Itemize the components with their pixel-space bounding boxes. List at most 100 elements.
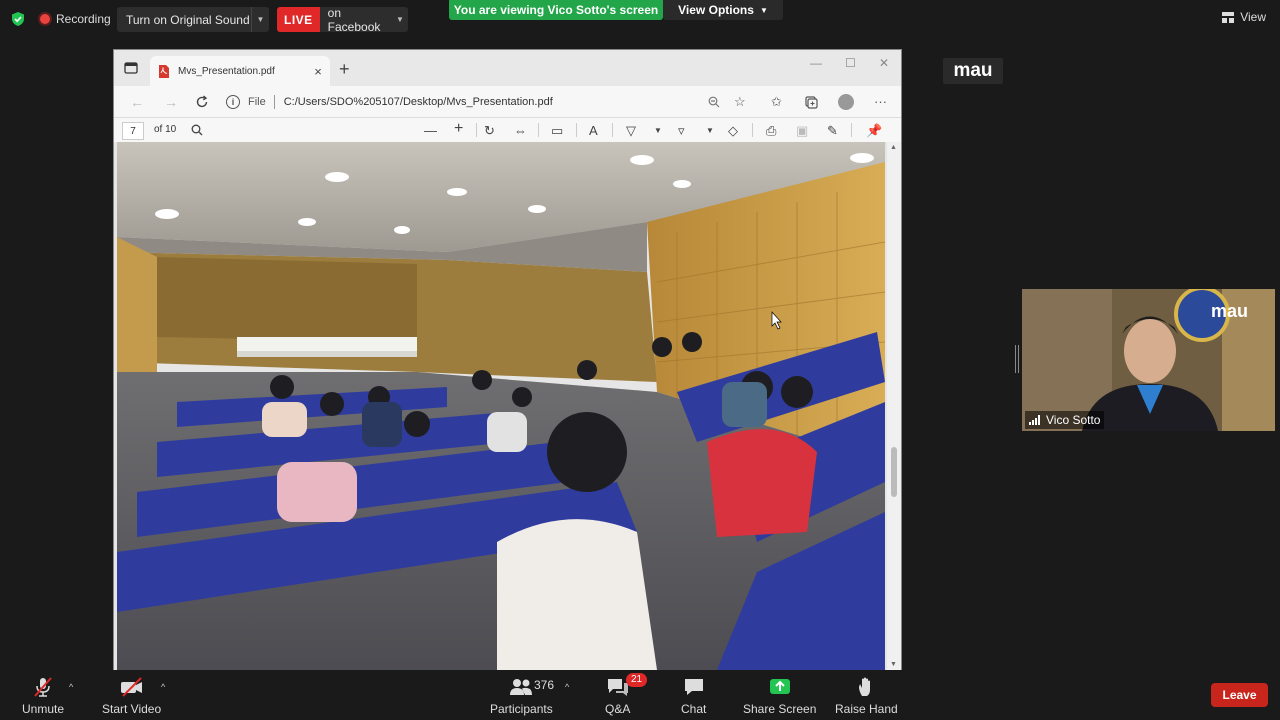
scroll-thumb[interactable]: [891, 447, 897, 497]
url-text: C:/Users/SDO%205107/Desktop/Mvs_Presenta…: [283, 96, 553, 108]
live-stream-button[interactable]: LIVE on Facebook ▼: [277, 5, 408, 34]
grid-view-icon: [1222, 11, 1235, 23]
recording-label: Recording: [56, 12, 111, 26]
auditorium-photo: [117, 142, 885, 670]
close-icon[interactable]: ×: [310, 64, 326, 79]
participants-count: 376: [534, 678, 555, 692]
share-screen-label: Share Screen: [743, 702, 817, 716]
zoom-out-icon[interactable]: [708, 96, 720, 108]
qa-label: Q&A: [605, 702, 631, 716]
recording-indicator[interactable]: Recording: [40, 6, 111, 32]
collections-icon[interactable]: [804, 95, 818, 109]
tab-title: Mvs_Presentation.pdf: [178, 65, 275, 77]
profile-avatar-icon[interactable]: [838, 94, 854, 110]
fit-page-icon[interactable]: ⇔: [514, 123, 527, 138]
toolbar-separator: [612, 123, 613, 137]
scroll-up-icon[interactable]: ▲: [890, 144, 897, 151]
save-as-icon[interactable]: ✎: [827, 123, 838, 139]
window-close-icon[interactable]: ✕: [879, 56, 889, 70]
chevron-up-icon[interactable]: ^: [161, 682, 165, 692]
zoom-in-button[interactable]: +: [454, 120, 463, 138]
shield-check-icon[interactable]: [10, 11, 26, 27]
forward-arrow-icon[interactable]: →: [164, 94, 178, 110]
url-scheme-label: File: [248, 96, 266, 108]
viewing-screen-banner: You are viewing Vico Sotto's screen: [449, 0, 663, 20]
original-sound-button[interactable]: Turn on Original Sound ▼: [117, 7, 269, 32]
zoom-out-button[interactable]: —: [424, 123, 437, 138]
raise-hand-icon: [859, 677, 871, 696]
maximize-icon[interactable]: ☐: [845, 56, 856, 70]
rotate-icon[interactable]: ↻: [484, 123, 495, 139]
participant-name: Vico Sotto: [1046, 413, 1101, 427]
mau-participant-label: mau: [943, 58, 1003, 84]
search-icon[interactable]: [191, 124, 203, 136]
page-number-input[interactable]: 7: [122, 122, 144, 140]
view-options-button[interactable]: View Options ▼: [663, 0, 783, 20]
participants-label: Participants: [490, 702, 553, 716]
leave-button[interactable]: Leave: [1211, 683, 1268, 707]
info-icon[interactable]: i: [226, 95, 240, 109]
chat-icon: [684, 679, 703, 695]
start-video-label: Start Video: [102, 702, 162, 716]
pdf-file-icon: [159, 64, 169, 78]
live-badge: LIVE: [277, 7, 320, 32]
browser-tab-strip: Mvs_Presentation.pdf × + — ☐ ✕: [114, 50, 901, 86]
view-label: View: [1240, 10, 1266, 24]
new-tab-icon[interactable]: +: [339, 59, 350, 80]
unmute-label: Unmute: [22, 702, 65, 716]
chevron-down-icon[interactable]: ▼: [706, 126, 714, 135]
shared-browser-window: Mvs_Presentation.pdf × + — ☐ ✕ ← → i Fil…: [113, 49, 902, 670]
tile-logo-text: mau: [1211, 301, 1249, 321]
print-icon[interactable]: ⎙: [766, 123, 776, 139]
back-arrow-icon[interactable]: ←: [130, 94, 144, 110]
raise-hand-label: Raise Hand: [835, 702, 898, 716]
chat-button[interactable]: Chat: [681, 676, 706, 716]
raise-hand-button[interactable]: Raise Hand: [835, 676, 898, 716]
read-aloud-icon[interactable]: A: [589, 123, 598, 138]
browser-tab-pdf[interactable]: Mvs_Presentation.pdf ×: [150, 56, 330, 86]
participant-name-tag: Vico Sotto: [1025, 411, 1105, 429]
view-button[interactable]: View: [1222, 10, 1266, 24]
save-icon[interactable]: ▣: [796, 123, 808, 139]
pdf-scrollbar[interactable]: ▲ ▼: [887, 142, 901, 670]
live-destination-label: on Facebook: [327, 5, 381, 34]
more-menu-icon[interactable]: ···: [874, 94, 887, 109]
chevron-up-icon[interactable]: ^: [565, 682, 569, 692]
start-video-button[interactable]: Start Video: [102, 676, 161, 716]
page-view-icon[interactable]: ▭: [551, 123, 563, 139]
participants-icon: [510, 679, 533, 695]
chevron-down-icon[interactable]: ▼: [251, 7, 269, 32]
add-favorite-icon[interactable]: ☆: [734, 94, 746, 110]
toolbar-separator: [476, 123, 477, 137]
meeting-controls-bar: Unmute ^ Start Video ^ Participants 376 …: [0, 670, 1280, 720]
video-camera-off-icon: [120, 677, 142, 697]
panel-resize-handle[interactable]: [1015, 345, 1019, 373]
draw-icon[interactable]: ▿: [678, 123, 685, 139]
chevron-down-icon[interactable]: ▼: [654, 126, 662, 135]
zoom-meeting-window: Recording Turn on Original Sound ▼ LIVE …: [0, 0, 1280, 720]
highlight-icon[interactable]: ▽: [626, 123, 636, 139]
scroll-down-icon[interactable]: ▼: [890, 661, 897, 668]
eraser-icon[interactable]: ◇: [728, 123, 738, 139]
chevron-down-icon[interactable]: ▼: [392, 15, 408, 24]
unmute-button[interactable]: Unmute: [22, 676, 64, 716]
pin-toolbar-icon[interactable]: 📌: [866, 123, 882, 139]
toolbar-separator: [752, 123, 753, 137]
pdf-toolbar: 7 of 10 — + ↻ ⇔ ▭ A ▽ ▼ ▿ ▼ ◇ ⎙ ▣ ✎ 📌: [114, 118, 901, 142]
url-separator: [273, 95, 275, 109]
pdf-page-viewer[interactable]: ▲ ▼: [114, 142, 901, 670]
meeting-top-bar: Recording Turn on Original Sound ▼ LIVE …: [0, 0, 1280, 38]
favorites-icon[interactable]: ✩: [771, 94, 782, 110]
toolbar-separator: [538, 123, 539, 137]
page-total-label: of 10: [154, 124, 177, 135]
url-field[interactable]: i File C:/Users/SDO%205107/Desktop/Mvs_P…: [226, 90, 746, 114]
share-screen-button[interactable]: Share Screen: [743, 676, 816, 716]
tab-actions-icon[interactable]: [124, 61, 138, 75]
share-screen-icon: [769, 679, 790, 694]
reload-icon[interactable]: [195, 95, 209, 109]
signal-strength-icon: [1029, 415, 1040, 425]
participant-video-tile[interactable]: mau Vico Sotto: [1022, 289, 1275, 431]
toolbar-separator: [851, 123, 852, 137]
minimize-icon[interactable]: —: [810, 56, 822, 70]
chevron-up-icon[interactable]: ^: [69, 682, 73, 692]
